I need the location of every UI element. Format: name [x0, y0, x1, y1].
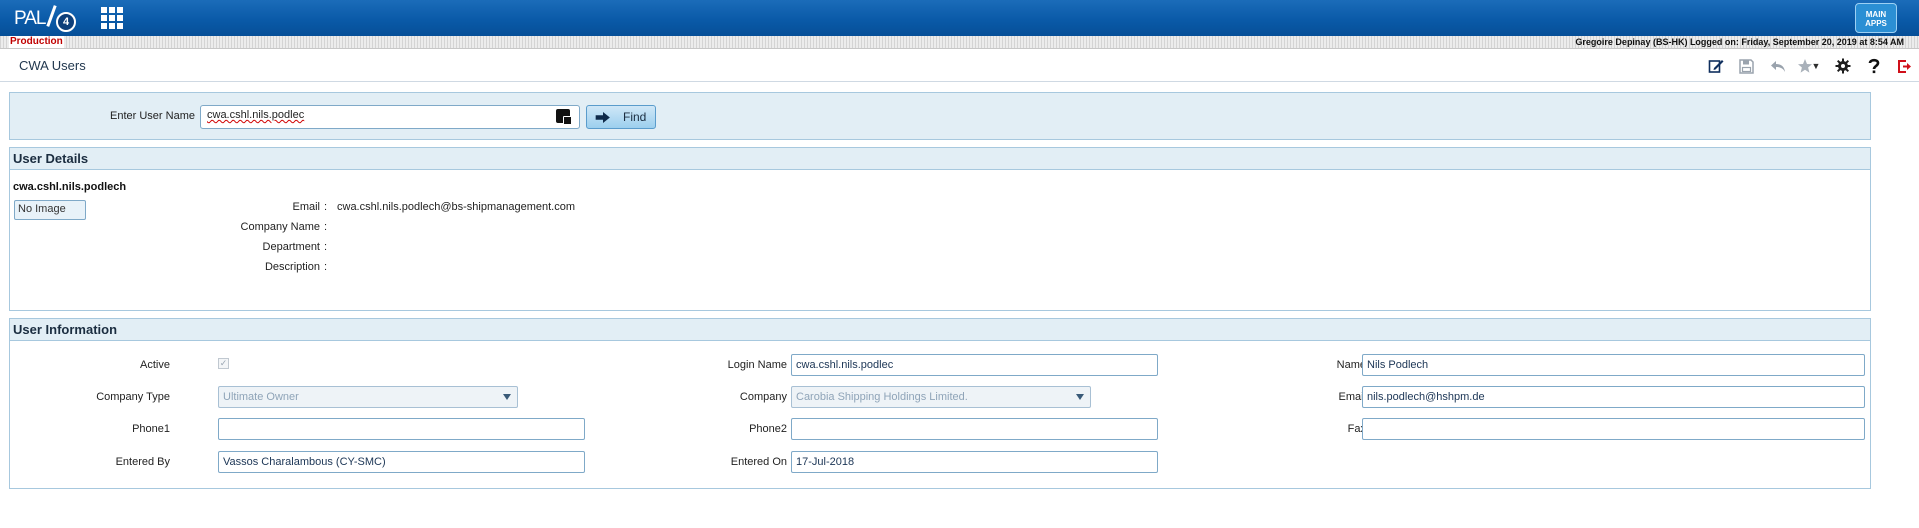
- user-details-header: User Details: [10, 148, 1870, 170]
- user-information-header: User Information: [10, 319, 1870, 341]
- status-strip: Production Gregoire Depinay (BS-HK) Logg…: [0, 36, 1919, 49]
- pal-logo[interactable]: PAL 4: [14, 4, 76, 32]
- detail-value: cwa.cshl.nils.podlech@bs-shipmanagement.…: [337, 201, 575, 213]
- active-checkbox[interactable]: ✓: [218, 358, 229, 369]
- user-details-username: cwa.cshl.nils.podlech: [13, 181, 127, 193]
- page-title-bar: CWA Users ▼: [0, 49, 1919, 82]
- company-select[interactable]: Carobia Shipping Holdings Limited.: [791, 386, 1091, 408]
- logo-text: PAL: [14, 8, 47, 29]
- lookup-list-icon[interactable]: [556, 109, 572, 125]
- phone1-label: Phone1: [132, 423, 170, 435]
- main-apps-button[interactable]: MAIN APPS: [1855, 3, 1897, 33]
- detail-row-company-name: Company Name :: [130, 221, 730, 235]
- app-header: PAL 4 MAIN APPS: [0, 0, 1919, 36]
- detail-separator: :: [324, 221, 328, 233]
- fax-label: Fax: [1347, 423, 1366, 435]
- phone1-field[interactable]: [218, 418, 585, 440]
- detail-separator: :: [324, 201, 328, 213]
- user-details-panel: User Details cwa.cshl.nils.podlech No Im…: [9, 147, 1871, 311]
- search-panel: Enter User Name cwa.cshl.nils.podlec Fin…: [9, 92, 1871, 140]
- detail-label: Description: [264, 261, 320, 273]
- save-icon[interactable]: [1731, 55, 1762, 77]
- detail-label: Department: [262, 241, 320, 253]
- user-photo-placeholder: No Image: [14, 200, 86, 220]
- find-button[interactable]: Find: [586, 105, 656, 129]
- settings-gear-icon[interactable]: [1827, 55, 1858, 77]
- session-status: Gregoire Depinay (BS-HK) Logged on: Frid…: [1575, 37, 1904, 47]
- email-label: Email: [1338, 391, 1366, 403]
- fax-field[interactable]: [1362, 418, 1865, 440]
- company-value: Carobia Shipping Holdings Limited.: [796, 391, 968, 403]
- detail-separator: :: [324, 241, 328, 253]
- company-type-label: Company Type: [96, 391, 170, 403]
- email-field[interactable]: nils.podlech@hshpm.de: [1362, 386, 1865, 408]
- login-name-label: Login Name: [727, 359, 787, 371]
- arrow-right-icon: [595, 111, 610, 123]
- chevron-down-icon: [1076, 394, 1084, 400]
- logo-slash: [46, 5, 57, 27]
- page-toolbar: ▼: [1700, 55, 1919, 77]
- entered-by-label: Entered By: [115, 456, 170, 468]
- logo-version-badge: 4: [56, 12, 76, 32]
- detail-label: Company Name: [240, 221, 320, 233]
- active-label: Active: [140, 359, 170, 371]
- entered-on-field[interactable]: 17-Jul-2018: [791, 451, 1158, 473]
- logout-icon[interactable]: [1889, 55, 1919, 77]
- page-title: CWA Users: [19, 58, 86, 73]
- entered-on-label: Entered On: [730, 456, 787, 468]
- login-name-field[interactable]: cwa.cshl.nils.podlec: [791, 354, 1158, 376]
- name-label: Name: [1336, 359, 1366, 371]
- detail-row-description: Description :: [130, 261, 730, 275]
- name-field[interactable]: Nils Podlech: [1362, 354, 1865, 376]
- company-type-select[interactable]: Ultimate Owner: [218, 386, 518, 408]
- environment-label: Production: [9, 36, 64, 48]
- detail-row-department: Department :: [130, 241, 730, 255]
- help-icon[interactable]: [1858, 55, 1889, 77]
- detail-label: Email: [292, 201, 320, 213]
- edit-icon[interactable]: [1700, 55, 1731, 77]
- search-label: Enter User Name: [110, 110, 195, 122]
- user-information-panel: User Information Active ✓ Company Type U…: [9, 318, 1871, 489]
- company-type-value: Ultimate Owner: [223, 391, 299, 403]
- company-label: Company: [739, 391, 787, 403]
- username-search-value: cwa.cshl.nils.podlec: [207, 109, 305, 121]
- user-information-body: Active ✓ Company Type Ultimate Owner Pho…: [10, 341, 1870, 488]
- entered-by-field[interactable]: Vassos Charalambous (CY-SMC): [218, 451, 585, 473]
- undo-icon[interactable]: [1762, 55, 1793, 77]
- app-grid-icon[interactable]: [101, 7, 123, 29]
- phone2-label: Phone2: [749, 423, 787, 435]
- chevron-down-icon: [503, 394, 511, 400]
- favorite-dropdown-caret-icon[interactable]: ▼: [1811, 55, 1821, 77]
- phone2-field[interactable]: [791, 418, 1158, 440]
- detail-row-email: Email : cwa.cshl.nils.podlech@bs-shipman…: [130, 201, 730, 215]
- username-search-input[interactable]: cwa.cshl.nils.podlec: [200, 105, 580, 129]
- find-button-label: Find: [623, 110, 647, 124]
- user-details-body: cwa.cshl.nils.podlech No Image Email : c…: [10, 170, 1870, 310]
- detail-separator: :: [324, 261, 328, 273]
